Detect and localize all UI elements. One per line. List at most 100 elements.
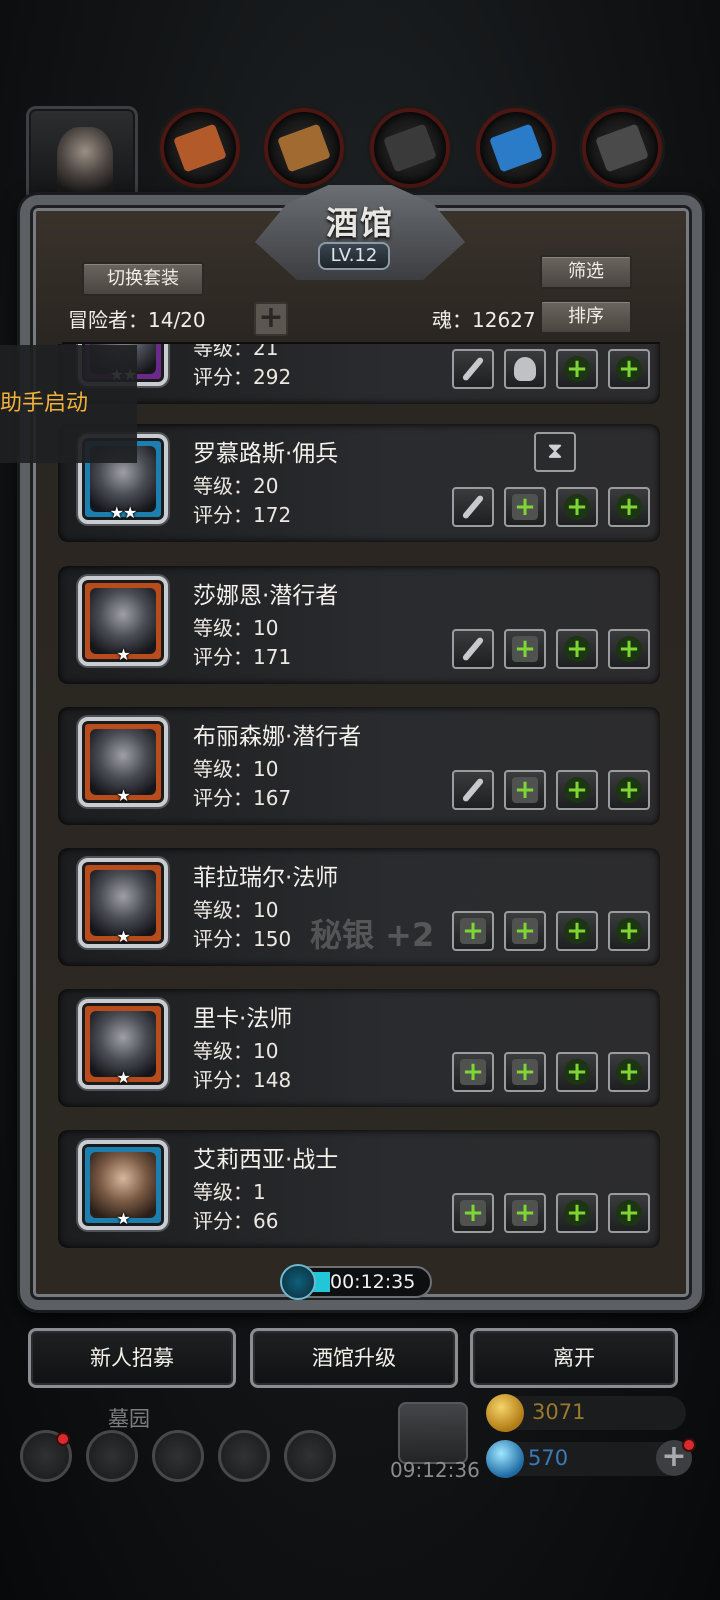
add-equipment-icon: + [512, 1059, 538, 1085]
blade-icon [461, 777, 485, 803]
add-equipment-icon: + [616, 777, 642, 803]
equipment-slots: + + [452, 349, 650, 389]
empty-equip-slot[interactable]: + [556, 1052, 598, 1092]
gold-amount: 3071 [532, 1400, 586, 1424]
empty-equip-slot[interactable]: + [608, 349, 650, 389]
empty-equip-slot[interactable]: + [608, 629, 650, 669]
empty-equip-slot[interactable]: + [556, 349, 598, 389]
weapon-slot[interactable] [452, 770, 494, 810]
empty-equip-slot[interactable]: + [608, 770, 650, 810]
expand-capacity-button[interactable]: + [254, 302, 288, 336]
panel-title: 酒馆 [325, 204, 394, 242]
empty-equip-slot[interactable]: + [504, 487, 546, 527]
tavern-level-badge: LV.12 [318, 242, 390, 270]
weapon-slot[interactable] [452, 349, 494, 389]
filter-button[interactable]: 筛选 [540, 255, 632, 289]
helmet-icon [514, 357, 536, 381]
hero-level: 等级：10 [193, 1039, 279, 1063]
blade-icon [461, 494, 485, 520]
add-equipment-icon: + [512, 1200, 538, 1226]
hero-score: 评分：150 [193, 927, 292, 951]
clock-icon [280, 1264, 316, 1300]
hourglass-icon[interactable]: ⧗ [534, 432, 576, 472]
empty-equip-slot[interactable]: + [556, 629, 598, 669]
add-equipment-icon: + [564, 777, 590, 803]
equipment-slots: + + + [452, 770, 650, 810]
add-equipment-icon: + [616, 636, 642, 662]
copper-ore-icon [173, 123, 227, 173]
equipment-slots: + + + + [452, 1193, 650, 1233]
hero-name: 里卡·法师 [193, 1006, 293, 1032]
star-rating: ★ [116, 786, 130, 805]
gift-box-icon[interactable] [398, 1402, 468, 1464]
leave-button[interactable]: 离开 [470, 1328, 678, 1388]
hero-row[interactable]: ★ 菲拉瑞尔·法师 等级：10 评分：150 秘银 +2 + + + + [58, 848, 660, 966]
empty-equip-slot[interactable]: + [452, 1052, 494, 1092]
iron-category[interactable] [370, 108, 450, 188]
assistant-toast[interactable]: 助手启动 [0, 345, 137, 463]
map-icon[interactable] [284, 1430, 336, 1482]
empty-equip-slot[interactable]: + [452, 1193, 494, 1233]
hero-level: 等级：20 [193, 474, 279, 498]
hero-avatar[interactable]: ★ [78, 858, 168, 948]
character-portrait-tab[interactable] [26, 106, 138, 202]
hero-avatar[interactable]: ★ [78, 1140, 168, 1230]
hero-row[interactable]: ★ 艾莉西亚·战士 等级：1 评分：66 + + + + [58, 1130, 660, 1248]
hero-row[interactable]: ★★等级：21评分：292++ [58, 344, 660, 404]
sort-button[interactable]: 排序 [540, 300, 632, 334]
crystal-icon [489, 123, 543, 173]
hero-row[interactable]: ★ 布丽森娜·潜行者 等级：10 评分：167 + + + [58, 707, 660, 825]
star-rating: ★ [116, 645, 130, 664]
achievement-icon[interactable] [86, 1430, 138, 1482]
steel-category[interactable] [582, 108, 662, 188]
crystal-category[interactable] [476, 108, 556, 188]
hero-avatar[interactable]: ★ [78, 576, 168, 666]
empty-equip-slot[interactable]: + [504, 629, 546, 669]
hero-avatar[interactable]: ★ [78, 717, 168, 807]
gem-amount: 570 [528, 1446, 569, 1470]
mail-icon[interactable] [218, 1430, 270, 1482]
guild-icon[interactable] [152, 1430, 204, 1482]
empty-equip-slot[interactable]: + [608, 1193, 650, 1233]
empty-equip-slot[interactable]: + [452, 911, 494, 951]
hero-list[interactable]: ★★等级：21评分：292++★★罗慕路斯·佣兵等级：20评分：172⧗+++★… [40, 344, 680, 1264]
add-equipment-icon: + [616, 356, 642, 382]
weapon-slot[interactable] [452, 629, 494, 669]
empty-equip-slot[interactable]: + [608, 1052, 650, 1092]
empty-equip-slot[interactable]: + [556, 1193, 598, 1233]
hero-row[interactable]: ★ 莎娜恩·潜行者 等级：10 评分：171 + + + [58, 566, 660, 684]
empty-equip-slot[interactable]: + [504, 770, 546, 810]
hero-score: 评分：148 [193, 1068, 292, 1092]
iron-ingot-icon [383, 123, 437, 173]
add-equipment-icon: + [564, 356, 590, 382]
empty-equip-slot[interactable]: + [504, 1193, 546, 1233]
hero-avatar[interactable]: ★ [78, 999, 168, 1089]
hero-row[interactable]: ★★ 罗慕路斯·佣兵 等级：20 评分：172 ⧗ + + + [58, 424, 660, 542]
empty-equip-slot[interactable]: + [556, 911, 598, 951]
empty-equip-slot[interactable]: + [608, 911, 650, 951]
add-equipment-icon: + [564, 494, 590, 520]
weapon-slot[interactable] [452, 487, 494, 527]
empty-equip-slot[interactable]: + [504, 911, 546, 951]
empty-equip-slot[interactable]: + [556, 770, 598, 810]
gold-coin-icon [486, 1394, 524, 1432]
add-equipment-icon: + [616, 1059, 642, 1085]
ore-category[interactable] [160, 108, 240, 188]
add-equipment-icon: + [460, 1059, 486, 1085]
adventurer-count: 冒险者：14/20 [68, 308, 206, 332]
mithril-bonus-hint: 秘银 +2 [310, 916, 435, 954]
star-rating: ★ [116, 1068, 130, 1087]
hero-row[interactable]: ★ 里卡·法师等级：10 评分：148 + + + + [58, 989, 660, 1107]
armor-slot[interactable] [504, 349, 546, 389]
empty-equip-slot[interactable]: + [556, 487, 598, 527]
recruit-button[interactable]: 新人招募 [28, 1328, 236, 1388]
wood-category[interactable] [264, 108, 344, 188]
switch-set-button[interactable]: 切换套装 [82, 262, 204, 296]
upgrade-tavern-button[interactable]: 酒馆升级 [250, 1328, 458, 1388]
graveyard-label: 墓园 [108, 1407, 150, 1431]
equipment-slots: + + + + [452, 911, 650, 951]
empty-equip-slot[interactable]: + [608, 487, 650, 527]
hero-name: 罗慕路斯·佣兵 [193, 441, 339, 467]
star-rating: ★ [116, 1209, 130, 1228]
empty-equip-slot[interactable]: + [504, 1052, 546, 1092]
